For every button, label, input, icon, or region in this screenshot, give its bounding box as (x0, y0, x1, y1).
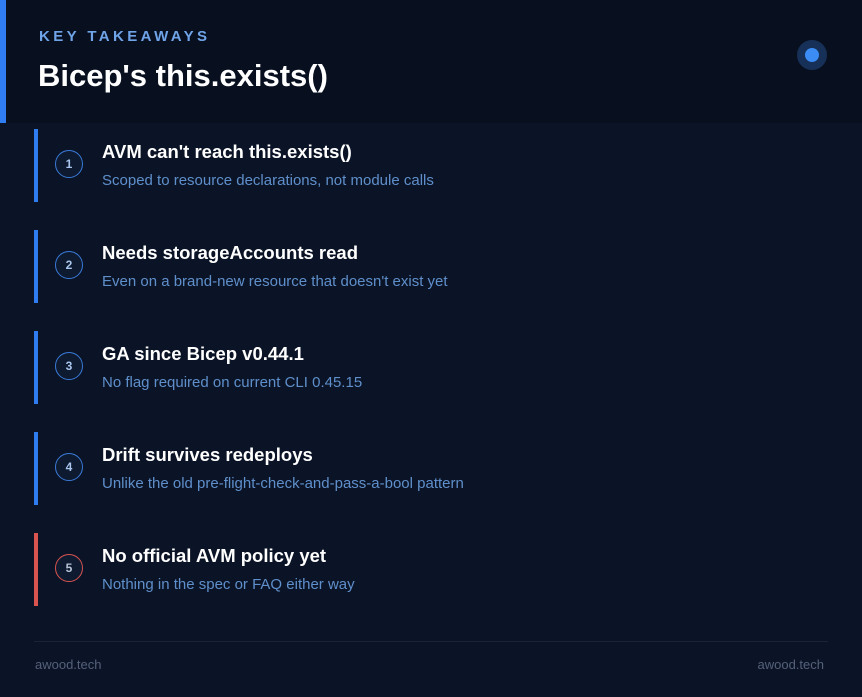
item-accent-bar (34, 533, 38, 606)
takeaway-description: Nothing in the spec or FAQ either way (102, 576, 355, 593)
number-badge: 1 (55, 150, 83, 178)
takeaway-description: Unlike the old pre-flight-check-and-pass… (102, 475, 464, 492)
takeaways-list: 1 AVM can't reach this.exists() Scoped t… (34, 129, 828, 634)
item-accent-bar (34, 432, 38, 505)
item-accent-bar (34, 129, 38, 202)
takeaway-title: Drift survives redeploys (102, 444, 313, 465)
item-accent-bar (34, 331, 38, 404)
takeaway-title: GA since Bicep v0.44.1 (102, 343, 304, 364)
footer-site-right: awood.tech (757, 657, 825, 672)
takeaway-description: Scoped to resource declarations, not mod… (102, 172, 434, 189)
eyebrow-label: KEY TAKEAWAYS (39, 28, 211, 45)
number-badge: 2 (55, 251, 83, 279)
takeaway-item: 4 Drift survives redeploys Unlike the ol… (34, 432, 828, 505)
takeaway-item: 1 AVM can't reach this.exists() Scoped t… (34, 129, 828, 202)
status-dot-icon (797, 40, 827, 70)
takeaway-title: No official AVM policy yet (102, 545, 327, 566)
number-badge: 5 (55, 554, 83, 582)
takeaway-description: Even on a brand-new resource that doesn'… (102, 273, 448, 290)
item-accent-bar (34, 230, 38, 303)
takeaway-item: 3 GA since Bicep v0.44.1 No flag require… (34, 331, 828, 404)
takeaway-item-warning: 5 No official AVM policy yet Nothing in … (34, 533, 828, 606)
page-title: Bicep's this.exists() (38, 58, 328, 93)
takeaway-title: AVM can't reach this.exists() (102, 141, 352, 162)
takeaway-title: Needs storageAccounts read (102, 242, 359, 263)
takeaway-description: No flag required on current CLI 0.45.15 (102, 374, 363, 391)
takeaway-item: 2 Needs storageAccounts read Even on a b… (34, 230, 828, 303)
footer-divider (34, 641, 828, 642)
footer-site-left: awood.tech (35, 657, 102, 672)
number-badge: 4 (55, 453, 83, 481)
header-accent-bar (0, 0, 6, 123)
header: KEY TAKEAWAYS Bicep's this.exists() (0, 0, 862, 123)
number-badge: 3 (55, 352, 83, 380)
